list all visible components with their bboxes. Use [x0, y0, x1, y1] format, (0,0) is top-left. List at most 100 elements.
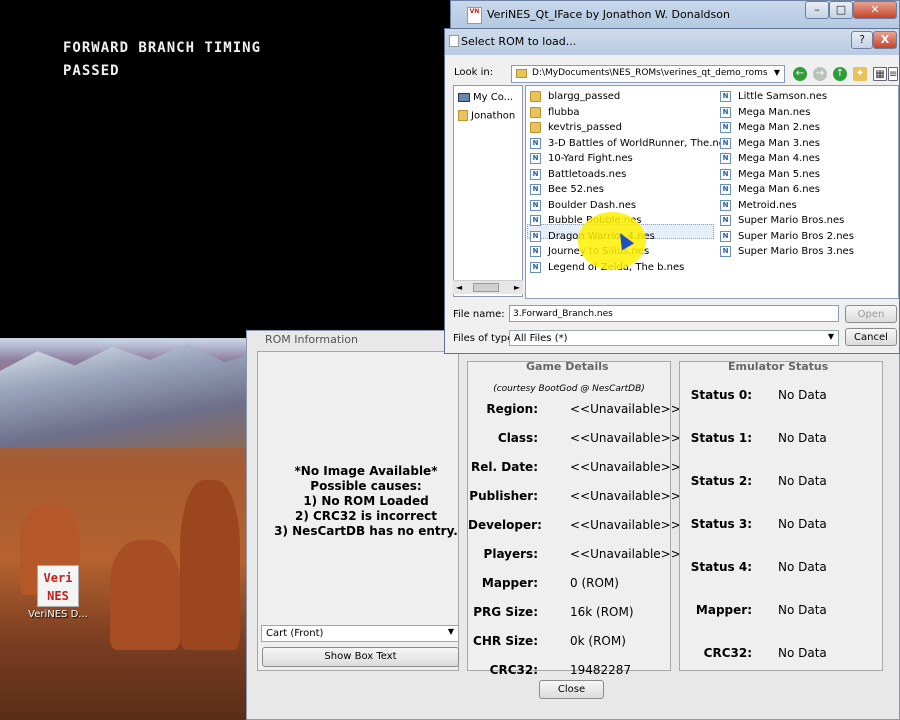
desktop-icon-verines[interactable]: Veri NES VeriNES D...	[28, 565, 88, 620]
new-folder-icon[interactable]: ✦	[853, 67, 867, 81]
file-item[interactable]: N Super Mario Bros.nes	[718, 213, 896, 228]
up-folder-icon[interactable]: ↑	[833, 67, 847, 81]
no-image-line: 3) NesCartDB has no entry.	[274, 524, 458, 538]
file-item[interactable]: N Bee 52.nes	[528, 182, 714, 197]
detail-value: <<Unavailable>>	[570, 431, 681, 445]
detail-value: No Data	[778, 603, 827, 617]
open-button[interactable]: Open	[845, 305, 897, 323]
file-item[interactable]: N Mega Man 6.nes	[718, 182, 896, 197]
file-item[interactable]: N 3-D Battles of WorldRunner, The.nes	[528, 136, 730, 151]
nes-file-icon: N	[720, 246, 731, 257]
file-item[interactable]: N Boulder Dash.nes	[528, 198, 714, 213]
detail-value: No Data	[778, 646, 827, 660]
file-item[interactable]: N Mega Man 3.nes	[718, 136, 896, 151]
file-item[interactable]: N Mega Man 2.nes	[718, 120, 896, 135]
nes-file-icon: N	[720, 184, 731, 195]
file-item[interactable]: N Metroid.nes	[718, 198, 896, 213]
detail-key: Region:	[486, 402, 538, 416]
file-item[interactable]: N Mega Man 4.nes	[718, 151, 896, 166]
detail-key: Players:	[483, 547, 538, 561]
detail-key: CHR Size:	[473, 634, 538, 648]
detail-value: 19482287	[570, 663, 632, 677]
file-item[interactable]: N Mega Man 5.nes	[718, 167, 896, 182]
no-image-line: Possible causes:	[310, 479, 422, 493]
cancel-button[interactable]: Cancel	[845, 328, 897, 346]
folder-item[interactable]: blargg_passed	[528, 89, 714, 104]
dialog-titlebar[interactable]: Select ROM to load... ? X	[445, 29, 899, 55]
file-name: Mega Man 4.nes	[738, 153, 820, 164]
file-item[interactable]: N Super Mario Bros 2.nes	[718, 229, 896, 244]
rom-information-window: ROM Information *No Image Available* Pos…	[246, 330, 900, 720]
places-sidebar: My Co... Jonathon	[453, 85, 523, 297]
file-type-select[interactable]: All Files (*) ▼	[509, 330, 839, 346]
file-name: Mega Man 2.nes	[738, 122, 820, 133]
detail-key: Class:	[497, 431, 538, 445]
sidebar-item-user[interactable]: Jonathon	[458, 110, 520, 122]
file-item[interactable]: N 10-Yard Fight.nes	[528, 151, 714, 166]
cart-view-value: Cart (Front)	[266, 628, 324, 639]
detail-value: 0 (ROM)	[570, 576, 619, 590]
window-close-button[interactable]: ✕	[853, 1, 897, 19]
folder-item[interactable]: kevtris_passed	[528, 120, 714, 135]
file-name-label: File name:	[453, 309, 505, 320]
nes-file-icon: N	[720, 106, 731, 118]
help-button[interactable]: ?	[851, 31, 873, 49]
detail-row: Rel. Date: <<Unavailable>>	[468, 460, 681, 476]
file-item[interactable]: N Battletoads.nes	[528, 167, 714, 182]
forward-icon[interactable]: →	[813, 67, 827, 81]
detail-row: CRC32: 19482287	[468, 663, 670, 679]
nes-file-icon: N	[720, 91, 731, 102]
file-name: 10-Yard Fight.nes	[548, 153, 633, 164]
sidebar-horizontal-scrollbar[interactable]: ◄ ►	[453, 280, 523, 294]
detail-view-icon[interactable]: ≡	[888, 67, 898, 81]
file-item[interactable]: N Super Mario Bros 3.nes	[718, 244, 896, 259]
file-name: Little Samson.nes	[738, 91, 828, 102]
back-icon[interactable]: ←	[793, 67, 807, 81]
dialog-app-icon	[449, 35, 459, 47]
chevron-down-icon: ▼	[447, 627, 454, 636]
user-folder-icon	[458, 110, 468, 121]
detail-key: Publisher:	[469, 489, 538, 503]
detail-value: 0k (ROM)	[570, 634, 626, 648]
detail-row: Publisher: <<Unavailable>>	[468, 489, 680, 505]
sidebar-item-my-computer[interactable]: My Co...	[458, 92, 520, 103]
nes-file-icon: N	[530, 168, 541, 180]
nes-file-icon: N	[530, 199, 541, 211]
scroll-thumb[interactable]	[473, 283, 499, 292]
file-item[interactable]: N Little Samson.nes	[718, 89, 896, 104]
scroll-left-icon: ◄	[456, 283, 463, 292]
detail-key: CRC32:	[489, 663, 538, 677]
logo-text-top: Veri	[43, 571, 73, 585]
maximize-button[interactable]: □	[829, 1, 853, 19]
scroll-right-icon: ►	[513, 283, 520, 292]
nes-file-icon: N	[720, 137, 731, 149]
nes-file-icon: N	[530, 215, 541, 226]
file-name: Mega Man 5.nes	[738, 168, 820, 180]
detail-value: No Data	[778, 560, 827, 574]
detail-value: 16k (ROM)	[570, 605, 634, 619]
dialog-close-button[interactable]: X	[873, 31, 897, 49]
desktop-icon-label: VeriNES D...	[28, 609, 88, 620]
nes-emulator-screen[interactable]: FORWARD BRANCH TIMING PASSED	[0, 0, 450, 338]
game-details-panel: Game Details (courtesy BootGod @ NesCart…	[467, 360, 681, 677]
show-box-text-button[interactable]: Show Box Text	[262, 647, 459, 667]
file-item[interactable]: N Mega Man.nes	[718, 105, 896, 120]
nes-file-icon: N	[720, 199, 731, 211]
qt-main-window-titlebar[interactable]: VN VeriNES_Qt_IFace by Jonathon W. Donal…	[450, 0, 900, 30]
detail-row: Status 2: No Data	[680, 474, 882, 490]
list-view-icon[interactable]: ▦	[873, 67, 887, 81]
wallpaper-rock	[180, 480, 240, 650]
computer-icon	[458, 92, 470, 102]
detail-key: Status 3:	[690, 517, 752, 531]
folder-icon	[530, 122, 541, 133]
detail-value: No Data	[778, 431, 827, 445]
file-name: Metroid.nes	[738, 199, 797, 211]
file-name: Mega Man.nes	[738, 106, 811, 118]
folder-item[interactable]: flubba	[528, 105, 714, 120]
look-in-path-combo[interactable]: D:\MyDocuments\NES_ROMs\verines_qt_demo_…	[511, 65, 785, 83]
cart-view-select[interactable]: Cart (Front) ▼	[261, 625, 459, 642]
minimize-button[interactable]: –	[805, 1, 829, 19]
detail-key: Status 2:	[690, 474, 752, 488]
file-name-input[interactable]: 3.Forward_Branch.nes	[509, 305, 839, 322]
close-button[interactable]: Close	[539, 680, 604, 699]
